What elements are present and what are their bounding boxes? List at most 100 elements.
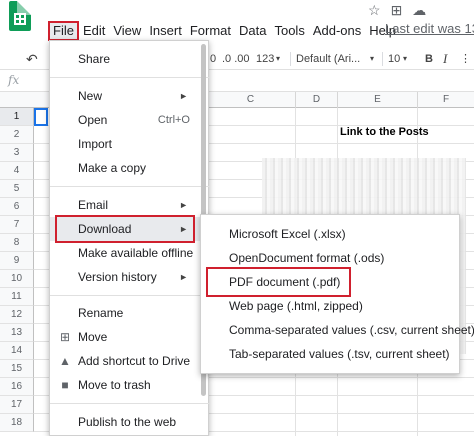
- menu-item-open[interactable]: Open Ctrl+O: [50, 108, 210, 132]
- row-header[interactable]: 6: [0, 198, 34, 216]
- menu-item-label: Share: [78, 52, 111, 66]
- row-header[interactable]: 7: [0, 216, 34, 234]
- menu-item-make-available-offline[interactable]: Make available offline: [50, 241, 210, 265]
- bold-icon[interactable]: B: [425, 51, 433, 67]
- menu-addons[interactable]: Add-ons: [309, 21, 365, 41]
- font-chevron-down-icon[interactable]: ▾: [370, 51, 374, 67]
- menu-item-new[interactable]: New ►: [50, 84, 210, 108]
- submenu-arrow-icon: ►: [179, 224, 188, 234]
- number-format-button[interactable]: 123: [256, 51, 274, 67]
- menu-tools[interactable]: Tools: [270, 21, 308, 41]
- menu-item-label: Email: [78, 198, 109, 212]
- column-header-f[interactable]: F: [417, 92, 474, 108]
- submenu-arrow-icon: ►: [179, 91, 188, 101]
- menu-data[interactable]: Data: [235, 21, 270, 41]
- menu-item-label: Web page (.html, zipped): [229, 299, 363, 313]
- menu-item-label: PDF document (.pdf): [229, 275, 341, 289]
- row-header[interactable]: 17: [0, 396, 34, 414]
- number-format-chevron-down-icon[interactable]: ▾: [276, 51, 280, 67]
- row-header[interactable]: 5: [0, 180, 34, 198]
- shortcut-label: Ctrl+O: [157, 114, 190, 126]
- fx-icon: fx: [8, 73, 20, 87]
- menu-item-label: Add shortcut to Drive: [78, 354, 191, 368]
- title-icons: ☆ ⊞ ☁: [368, 2, 426, 19]
- row-header[interactable]: 4: [0, 162, 34, 180]
- row-header[interactable]: 14: [0, 342, 34, 360]
- row-header[interactable]: 2: [0, 126, 34, 144]
- submenu-arrow-icon: ►: [179, 272, 188, 282]
- zoom-fragment[interactable]: 0: [210, 51, 216, 67]
- last-edit-link[interactable]: Last edit was 13 da: [385, 21, 474, 36]
- menu-item-import[interactable]: Import: [50, 132, 210, 156]
- italic-icon[interactable]: I: [443, 51, 447, 67]
- star-icon[interactable]: ☆: [368, 2, 381, 19]
- row-header[interactable]: 12: [0, 306, 34, 324]
- file-menu: Share New ► Open Ctrl+O Import Make a co…: [49, 40, 210, 436]
- undo-icon[interactable]: ↶: [26, 51, 38, 67]
- menu-view[interactable]: View: [109, 21, 145, 41]
- download-tsv[interactable]: Tab-separated values (.tsv, current shee…: [201, 342, 461, 366]
- menu-item-email[interactable]: Email ►: [50, 193, 210, 217]
- row-header[interactable]: 3: [0, 144, 34, 162]
- row-header[interactable]: 1: [0, 108, 34, 126]
- menu-item-label: Download: [78, 222, 132, 236]
- toolbar-divider: [290, 52, 291, 66]
- menu-item-label: Version history: [78, 270, 157, 284]
- menu-item-rename[interactable]: Rename: [50, 301, 210, 325]
- decimal-buttons[interactable]: .0 .00: [222, 51, 250, 67]
- more-options-icon[interactable]: ⋮: [460, 51, 471, 67]
- menu-file[interactable]: File: [48, 21, 79, 41]
- move-folder-icon[interactable]: ⊞: [391, 2, 403, 19]
- download-pdf[interactable]: PDF document (.pdf): [201, 267, 461, 297]
- cell-e1-text[interactable]: Link to the Posts: [340, 126, 429, 138]
- trash-icon: ■: [61, 378, 69, 392]
- menu-edit[interactable]: Edit: [79, 21, 109, 41]
- row-header[interactable]: 9: [0, 252, 34, 270]
- menu-item-label: Make a copy: [78, 161, 147, 175]
- row-header[interactable]: 8: [0, 234, 34, 252]
- menu-insert[interactable]: Insert: [145, 21, 186, 41]
- column-header-c[interactable]: C: [205, 92, 295, 108]
- font-size-select[interactable]: 10: [388, 51, 400, 67]
- menu-item-label: Microsoft Excel (.xlsx): [229, 227, 346, 241]
- menu-divider: [50, 403, 210, 404]
- row-header[interactable]: 15: [0, 360, 34, 378]
- download-xlsx[interactable]: Microsoft Excel (.xlsx): [201, 222, 461, 246]
- menu-item-make-copy[interactable]: Make a copy: [50, 156, 210, 180]
- menu-item-label: Tab-separated values (.tsv, current shee…: [229, 347, 450, 361]
- move-folder-icon: ⊞: [59, 330, 71, 344]
- download-html[interactable]: Web page (.html, zipped): [201, 294, 461, 318]
- column-header-d[interactable]: D: [295, 92, 337, 108]
- drive-shortcut-icon: ▲: [59, 354, 71, 368]
- menu-item-label: Move: [78, 330, 108, 344]
- menu-item-move[interactable]: ⊞ Move: [50, 325, 210, 349]
- toolbar-divider: [382, 52, 383, 66]
- download-csv[interactable]: Comma-separated values (.csv, current sh…: [201, 318, 474, 342]
- menu-item-version-history[interactable]: Version history ►: [50, 265, 210, 289]
- menu-item-share[interactable]: Share: [50, 47, 210, 71]
- row-header[interactable]: 10: [0, 270, 34, 288]
- font-select[interactable]: Default (Ari...: [296, 51, 360, 67]
- menu-item-label: Rename: [78, 306, 124, 320]
- download-submenu: Microsoft Excel (.xlsx) OpenDocument for…: [200, 214, 474, 374]
- menu-item-label: Publish to the web: [78, 415, 177, 429]
- menu-item-add-shortcut[interactable]: ▲ Add shortcut to Drive: [50, 349, 210, 373]
- menu-item-publish[interactable]: Publish to the web: [50, 410, 210, 434]
- column-header-e[interactable]: E: [337, 92, 417, 108]
- cloud-status-icon[interactable]: ☁: [412, 2, 426, 19]
- menu-item-move-to-trash[interactable]: ■ Move to trash: [50, 373, 210, 397]
- selected-cell[interactable]: [34, 108, 48, 126]
- row-header[interactable]: 13: [0, 324, 34, 342]
- menu-format[interactable]: Format: [186, 21, 235, 41]
- menu-item-label: Move to trash: [78, 378, 151, 392]
- menu-item-download[interactable]: Download ►: [50, 215, 210, 243]
- row-header[interactable]: 11: [0, 288, 34, 306]
- sheets-logo-icon[interactable]: [9, 1, 31, 31]
- row-header[interactable]: 18: [0, 414, 34, 432]
- menu-divider: [50, 77, 210, 78]
- menu-item-label: Open: [78, 113, 108, 127]
- row-header[interactable]: 16: [0, 378, 34, 396]
- menu-divider: [50, 295, 210, 296]
- submenu-arrow-icon: ►: [179, 200, 188, 210]
- font-size-chevron-down-icon[interactable]: ▾: [403, 51, 407, 67]
